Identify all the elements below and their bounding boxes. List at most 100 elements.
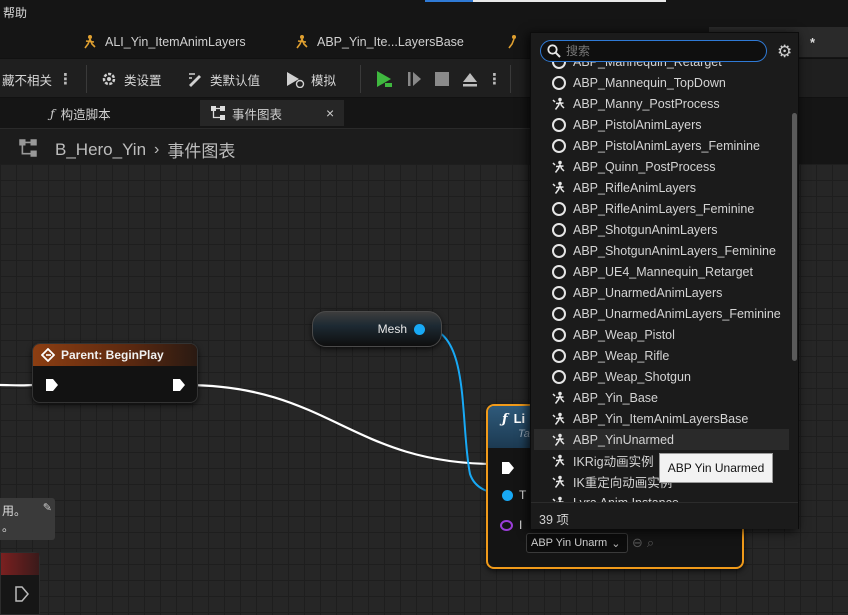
list-item-label: ABP_UnarmedAnimLayers	[573, 285, 723, 300]
class-circle-icon	[552, 117, 566, 132]
search-box[interactable]	[540, 40, 767, 62]
list-item-label: ABP_Weap_Shotgun	[573, 369, 691, 384]
toolbar-divider	[510, 65, 511, 93]
class-list[interactable]: ABP_Mannequin_Retarget ABP_Mannequin_TopD…	[534, 62, 789, 503]
list-item-label: ABP_ShotgunAnimLayers	[573, 222, 718, 237]
list-item-label: ABP_RifleAnimLayers_Feminine	[573, 201, 755, 216]
asset-tab-label: ALI_Yin_ItemAnimLayers	[105, 35, 246, 49]
hide-unrelated-label: 藏不相关	[2, 73, 53, 88]
asset-tab-label: ABP_Yin_Ite...LayersBase	[317, 35, 464, 49]
simulate-icon	[287, 72, 305, 88]
target-pin[interactable]: T	[502, 488, 526, 502]
offscreen-node-fragment[interactable]	[0, 552, 40, 615]
gear-icon	[102, 72, 116, 86]
list-item[interactable]: ABP_Yin_ItemAnimLayersBase	[534, 408, 789, 429]
list-item-label: ABP_PistolAnimLayers_Feminine	[573, 138, 760, 153]
list-item[interactable]: ABP_PistolAnimLayers	[534, 114, 789, 135]
class-defaults-button[interactable]: 类默认值	[186, 67, 260, 91]
exec-in-pin-icon[interactable]	[45, 378, 59, 392]
list-item-label: ABP_Weap_Pistol	[573, 327, 675, 342]
asset-tab-partial[interactable]	[506, 30, 522, 54]
search-input[interactable]	[566, 44, 746, 58]
class-settings-button[interactable]: 类设置	[100, 67, 162, 91]
stop-button[interactable]	[429, 67, 455, 91]
eject-icon	[463, 73, 477, 87]
anim-blueprint-icon	[552, 454, 565, 467]
list-item[interactable]: ABP_YinUnarmed	[534, 429, 789, 450]
list-item-label: ABP_ShotgunAnimLayers_Feminine	[573, 243, 776, 258]
anim-blueprint-icon	[552, 475, 565, 488]
list-item-label: ABP_Weap_Rifle	[573, 348, 670, 363]
asset-tab-ali-yin[interactable]: ALI_Yin_ItemAnimLayers	[82, 30, 246, 54]
list-item[interactable]: ABP_PistolAnimLayers_Feminine	[534, 135, 789, 156]
beginplay-header: Parent: BeginPlay	[33, 344, 197, 366]
anim-layer-interface-icon	[84, 35, 96, 49]
exec-out-pin-icon[interactable]	[172, 378, 186, 392]
list-item[interactable]: ABP_Weap_Rifle	[534, 345, 789, 366]
class-circle-icon	[552, 243, 566, 258]
list-item[interactable]: ABP_Mannequin_Retarget	[534, 62, 789, 72]
more-options-icon[interactable]: ⋮	[58, 70, 73, 88]
list-item-label: ABP_Manny_PostProcess	[573, 96, 720, 111]
class-pin-icon	[500, 519, 513, 531]
parent-beginplay-node[interactable]: Parent: BeginPlay	[32, 343, 198, 403]
toolbar-divider	[360, 65, 361, 93]
eject-button[interactable]	[457, 67, 483, 91]
instance-class-pin[interactable]: I	[500, 518, 522, 532]
list-item[interactable]: ABP_UnarmedAnimLayers	[534, 282, 789, 303]
list-item[interactable]: ABP_ShotgunAnimLayers	[534, 219, 789, 240]
close-icon[interactable]: ×	[326, 105, 334, 121]
event-graph-icon	[211, 106, 225, 120]
use-selected-icon[interactable]: ⊖	[632, 535, 643, 551]
play-button[interactable]	[371, 67, 397, 91]
mesh-output-pin[interactable]	[414, 324, 425, 335]
exec-wire-beginplay	[184, 383, 497, 466]
list-item[interactable]: ABP_Mannequin_TopDown	[534, 72, 789, 93]
list-item-label: ABP_Mannequin_Retarget	[573, 62, 722, 69]
anim-blueprint-icon	[552, 412, 565, 425]
list-item[interactable]: ABP_Quinn_PostProcess	[534, 156, 789, 177]
search-icon[interactable]: ⌕	[647, 535, 654, 551]
graph-header: B_Hero_Yin › 事件图表	[0, 128, 530, 164]
asset-tab-abp-yin-item[interactable]: ABP_Yin_Ite...LayersBase	[294, 30, 464, 54]
list-item-label: ABP_UE4_Mannequin_Retarget	[573, 264, 753, 279]
list-item[interactable]: ABP_Yin_Base	[534, 387, 789, 408]
list-item[interactable]: ABP_Weap_Pistol	[534, 324, 789, 345]
list-item-label: ABP_Mannequin_TopDown	[573, 75, 726, 90]
anim-blueprint-icon	[552, 433, 565, 446]
menu-help[interactable]: 帮助	[3, 4, 27, 21]
mesh-node[interactable]: Mesh	[312, 311, 442, 347]
side-tab-fragment: *	[809, 35, 815, 50]
list-item[interactable]: ABP_UnarmedAnimLayers_Feminine	[534, 303, 789, 324]
exec-pin-icon[interactable]	[15, 586, 29, 602]
breadcrumb-root[interactable]: B_Hero_Yin	[55, 140, 146, 160]
hide-unrelated-button[interactable]: 藏不相关 ⋮	[2, 67, 73, 91]
class-circle-icon	[552, 264, 566, 279]
comment-fragment: 用。 。 ✎	[0, 498, 55, 540]
step-button[interactable]	[401, 67, 427, 91]
tab-event-graph[interactable]: 事件图表 ×	[200, 100, 345, 126]
list-item[interactable]: ABP_RifleAnimLayers_Feminine	[534, 198, 789, 219]
list-item[interactable]: ABP_Weap_Shotgun	[534, 366, 789, 387]
list-item[interactable]: ABP_RifleAnimLayers	[534, 177, 789, 198]
simulation-label: 模拟	[311, 73, 337, 88]
play-icon	[377, 71, 392, 87]
search-icon	[547, 44, 561, 58]
list-item[interactable]: ABP_Manny_PostProcess	[534, 93, 789, 114]
settings-gear-icon[interactable]: ⚙	[777, 42, 792, 62]
tab-construction-script[interactable]: ƒ 构造脚本	[40, 100, 121, 126]
list-item[interactable]: ABP_UE4_Mannequin_Retarget	[534, 261, 789, 282]
class-circle-icon	[552, 285, 566, 300]
pin-icon[interactable]: ✎	[43, 500, 52, 516]
list-item-label: ABP_Yin_ItemAnimLayersBase	[573, 411, 749, 426]
active-window-indicator	[425, 0, 473, 2]
list-item[interactable]: ABP_ShotgunAnimLayers_Feminine	[534, 240, 789, 261]
instance-class-dropdown[interactable]: ABP Yin Unarm ⌄	[526, 533, 628, 553]
simulation-button[interactable]: 模拟	[285, 67, 336, 91]
function-icon: ƒ	[50, 105, 55, 121]
scrollbar-thumb[interactable]	[792, 113, 797, 361]
class-pin-actions: ⊖ ⌕	[632, 535, 654, 551]
class-circle-icon	[552, 75, 566, 90]
play-options-button[interactable]: ⋮	[487, 67, 502, 91]
exec-in-pin-icon[interactable]	[501, 461, 515, 475]
